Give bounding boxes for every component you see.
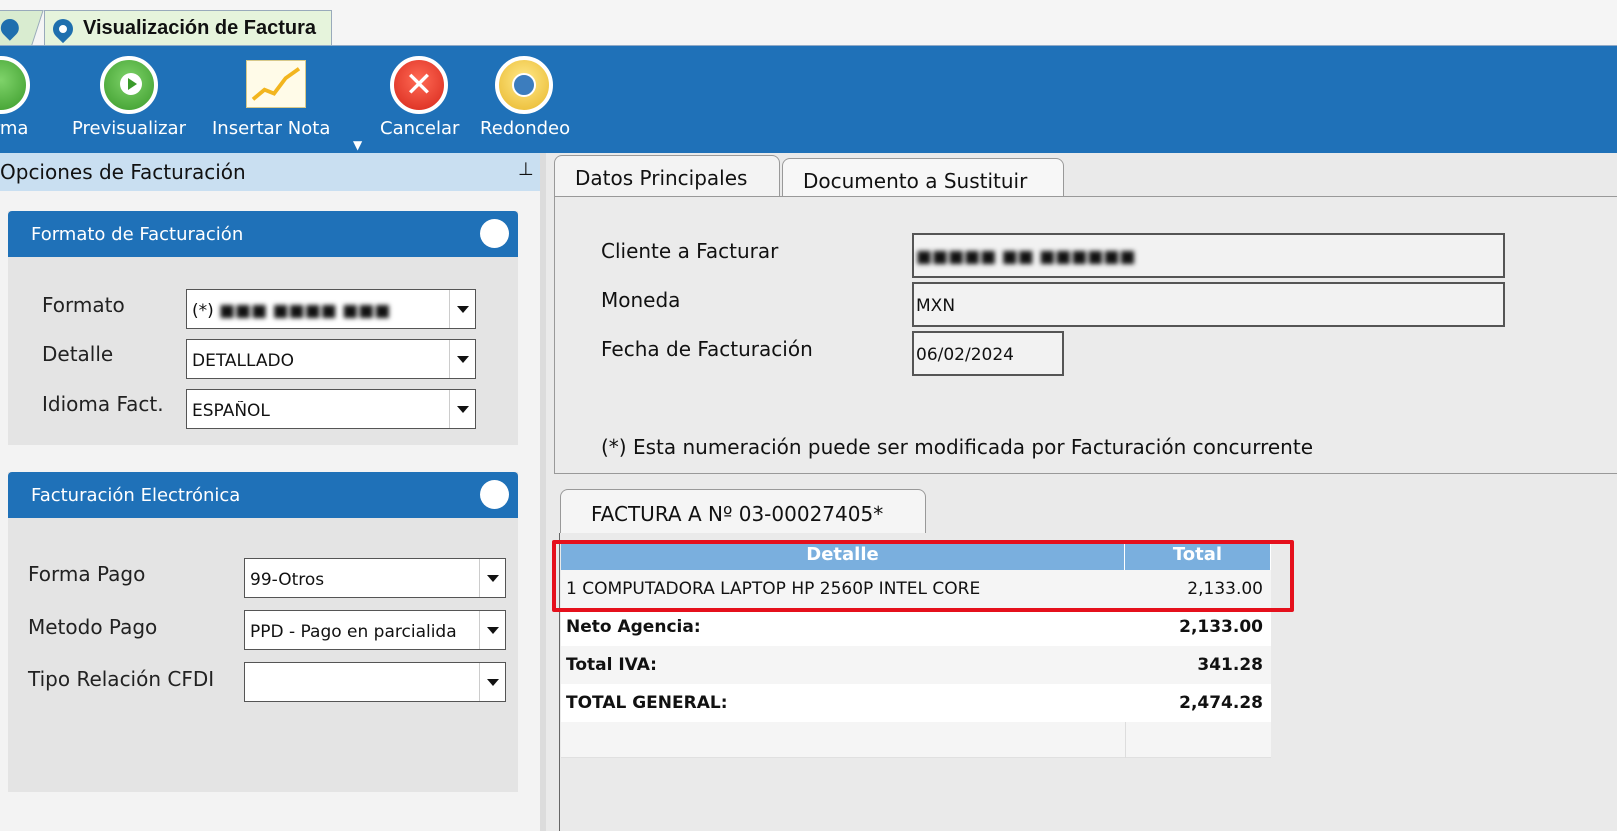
payment-form-label: Forma Pago <box>28 562 146 586</box>
payment-method-label: Metodo Pago <box>28 615 158 639</box>
detail-select[interactable]: DETALLADO <box>186 339 476 379</box>
cfdi-relation-select[interactable] <box>244 662 506 702</box>
summary-row: Neto Agencia: 2,133.00 <box>561 608 1271 646</box>
summary-row: Total IVA: 341.28 <box>561 646 1271 684</box>
chevron-down-icon[interactable] <box>479 663 505 701</box>
summary-value: 2,474.28 <box>1179 693 1263 713</box>
collapse-icon[interactable] <box>480 219 509 248</box>
line-chart-icon <box>246 60 306 108</box>
active-document-tab[interactable]: Visualización de Factura <box>44 10 332 46</box>
rounding-label: Redondeo <box>480 118 571 139</box>
billing-options-panel: Formato de Facturación Formato (*) ■■■ ■… <box>0 191 540 831</box>
insert-note-button[interactable]: Insertar Nota <box>212 46 352 153</box>
confirm-button[interactable]: nfirma <box>0 46 60 153</box>
previous-document-tab[interactable] <box>0 10 44 45</box>
detail-label: Detalle <box>42 342 114 366</box>
highlight-box <box>552 540 1294 612</box>
coins-icon <box>495 56 553 114</box>
format-group: Formato de Facturación Formato (*) ■■■ ■… <box>8 211 518 445</box>
summary-label: Neto Agencia: <box>566 617 701 637</box>
toolbar: nfirma Previsualizar Insertar Nota ▼ ✕ C… <box>0 46 1617 153</box>
format-group-title: Formato de Facturación <box>31 224 244 245</box>
language-label: Idioma Fact. <box>42 392 164 416</box>
numbering-note: (*) Esta numeración puede ser modificada… <box>601 435 1313 459</box>
payment-method-select[interactable]: PPD - Pago en parcialida <box>244 610 506 650</box>
client-field[interactable]: ■■■■■ ■■ ■■■■■■ <box>912 233 1505 278</box>
cancel-label: Cancelar <box>380 118 460 139</box>
active-tab-title: Visualización de Factura <box>83 17 317 39</box>
billing-options-title: Opciones de Facturación <box>0 160 246 184</box>
payment-form-select[interactable]: 99-Otros <box>244 558 506 598</box>
tab-document-to-replace[interactable]: Documento a Sustituir <box>782 158 1064 201</box>
chevron-down-icon[interactable]: ▼ <box>353 138 362 152</box>
cancel-button[interactable]: ✕ Cancelar <box>378 46 462 153</box>
format-select[interactable]: (*) ■■■ ■■■■ ■■■ <box>186 289 476 329</box>
client-label: Cliente a Facturar <box>601 239 779 263</box>
panel-splitter[interactable] <box>540 153 546 831</box>
empty-row <box>561 722 1271 758</box>
chevron-down-icon[interactable] <box>449 290 475 328</box>
summary-value: 2,133.00 <box>1179 617 1263 637</box>
map-pin-icon <box>48 14 78 44</box>
format-label: Formato <box>42 293 125 317</box>
summary-value: 341.28 <box>1197 655 1263 675</box>
main-data-panel: Cliente a Facturar ■■■■■ ■■ ■■■■■■ Moned… <box>554 196 1617 474</box>
cfdi-relation-label: Tipo Relación CFDI <box>28 667 215 691</box>
language-value: ESPAÑOL <box>192 401 270 421</box>
tab-main-data[interactable]: Datos Principales <box>554 155 780 198</box>
chevron-down-icon[interactable] <box>479 611 505 649</box>
payment-form-value: 99-Otros <box>250 570 325 590</box>
invoice-tab[interactable]: FACTURA A Nº 03-00027405* <box>560 489 926 534</box>
close-icon: ✕ <box>390 56 448 114</box>
einvoice-group-header[interactable]: Facturación Electrónica <box>8 472 518 518</box>
format-group-header[interactable]: Formato de Facturación <box>8 211 518 257</box>
document-tab-strip: Visualización de Factura <box>0 0 1617 46</box>
chevron-down-icon[interactable] <box>479 559 505 597</box>
thumbs-up-icon <box>0 56 30 114</box>
preview-button[interactable]: Previsualizar <box>72 46 192 153</box>
chevron-down-icon[interactable] <box>449 390 475 428</box>
payment-method-value: PPD - Pago en parcialida <box>250 622 457 642</box>
billing-date-field[interactable]: 06/02/2024 <box>912 331 1064 376</box>
currency-label: Moneda <box>601 288 681 312</box>
summary-label: TOTAL GENERAL: <box>566 693 728 713</box>
billing-options-header: Opciones de Facturación ⊥ <box>0 153 540 191</box>
confirm-label: nfirma <box>0 118 29 139</box>
currency-field[interactable]: MXN <box>912 282 1505 327</box>
tab-document-to-replace-label: Documento a Sustituir <box>803 169 1028 193</box>
chevron-down-icon[interactable] <box>449 340 475 378</box>
billing-date-label: Fecha de Facturación <box>601 337 813 361</box>
rounding-button[interactable]: Redondeo <box>478 46 571 153</box>
format-value-redacted: ■■■ ■■■■ ■■■ <box>219 301 391 321</box>
invoice-tab-label: FACTURA A Nº 03-00027405* <box>591 502 884 526</box>
einvoice-group: Facturación Electrónica Forma Pago 99-Ot… <box>8 472 518 792</box>
collapse-icon[interactable] <box>480 480 509 509</box>
client-value-redacted: ■■■■■ ■■ ■■■■■■ <box>916 247 1136 267</box>
insert-note-label: Insertar Nota <box>212 118 331 139</box>
preview-label: Previsualizar <box>72 118 186 139</box>
format-value: (*) <box>192 301 214 321</box>
summary-label: Total IVA: <box>566 655 657 675</box>
currency-value: MXN <box>916 296 956 316</box>
billing-date-value: 06/02/2024 <box>916 345 1014 365</box>
map-pin-icon <box>0 15 23 41</box>
tab-main-data-label: Datos Principales <box>575 166 748 190</box>
detail-value: DETALLADO <box>192 351 294 371</box>
summary-row: TOTAL GENERAL: 2,474.28 <box>561 684 1271 722</box>
pin-icon[interactable]: ⊥ <box>518 159 534 180</box>
language-select[interactable]: ESPAÑOL <box>186 389 476 429</box>
play-icon <box>100 56 158 114</box>
einvoice-group-title: Facturación Electrónica <box>31 485 241 506</box>
